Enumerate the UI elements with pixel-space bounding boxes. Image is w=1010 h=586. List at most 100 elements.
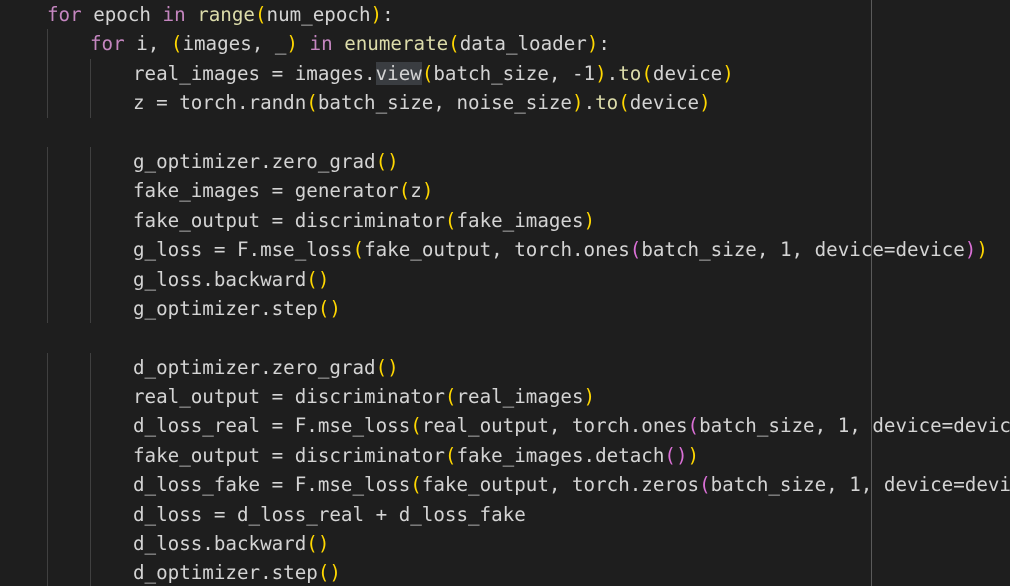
code-line-content: fake_output = discriminator(fake_images.… xyxy=(133,441,699,470)
code-line-content: z = torch.randn(batch_size, noise_size).… xyxy=(133,88,711,117)
indent-guide xyxy=(47,470,48,500)
code-token: ) xyxy=(286,32,298,56)
code-token: ) xyxy=(370,3,383,26)
code-line[interactable]: d_loss = d_loss_real + d_loss_fake xyxy=(0,499,1010,530)
code-line[interactable]: z = torch.randn(batch_size, noise_size).… xyxy=(0,88,1010,118)
code-token: enumerate xyxy=(344,32,449,56)
code-token: g_optimizer.step xyxy=(133,296,318,320)
code-token: epoch xyxy=(81,3,163,26)
code-token: ) xyxy=(976,238,988,262)
code-token: g_optimizer.zero_grad xyxy=(133,149,376,173)
code-line[interactable]: fake_images = generator(z) xyxy=(0,176,1010,206)
code-line[interactable]: g_optimizer.step() xyxy=(0,293,1010,324)
code-token: ( xyxy=(641,61,653,85)
code-token: : xyxy=(382,3,394,26)
indent-guide xyxy=(47,293,48,324)
code-line[interactable]: fake_output = discriminator(fake_images) xyxy=(0,205,1010,236)
code-token: ( xyxy=(687,414,700,438)
code-token: device xyxy=(652,61,723,85)
code-line[interactable] xyxy=(0,118,1010,147)
code-token: in xyxy=(162,3,186,26)
code-line-content: d_optimizer.step() xyxy=(133,558,341,586)
code-token: ) xyxy=(583,208,596,232)
code-line[interactable]: d_loss.backward() xyxy=(0,529,1010,559)
code-token: real_images = images. xyxy=(133,61,376,85)
indent-guide xyxy=(47,382,48,412)
indent-guide xyxy=(90,58,91,89)
code-line-content: d_loss_real = F.mse_loss(real_output, to… xyxy=(133,411,1010,440)
code-line[interactable]: d_optimizer.step() xyxy=(0,558,1010,586)
code-token: () xyxy=(306,267,330,291)
code-line[interactable]: d_loss_fake = F.mse_loss(fake_output, to… xyxy=(0,470,1010,500)
code-token: ( xyxy=(254,3,267,26)
code-token: d_loss = d_loss_real + d_loss_fake xyxy=(133,502,526,526)
code-line[interactable]: fake_output = discriminator(fake_images.… xyxy=(0,440,1010,471)
indent-guide xyxy=(47,235,48,265)
code-token: data_loader xyxy=(459,32,587,56)
code-line[interactable]: g_optimizer.zero_grad() xyxy=(0,146,1010,177)
code-token: () xyxy=(317,296,341,320)
code-token: ( xyxy=(444,385,457,409)
indent-guide xyxy=(90,293,91,324)
code-editor[interactable]: for epoch in range(num_epoch): for i, (im… xyxy=(0,0,1010,586)
code-token: i, xyxy=(124,32,171,56)
indent-guide xyxy=(90,88,91,118)
code-line[interactable]: for epoch in range(num_epoch): xyxy=(0,0,1010,29)
indent-guide xyxy=(47,29,48,59)
code-token: in xyxy=(309,32,333,56)
code-line-content: fake_images = generator(z) xyxy=(133,176,433,205)
code-token: to xyxy=(618,61,642,85)
code-line-content: real_output = discriminator(real_images) xyxy=(133,382,595,411)
indent-guide xyxy=(90,558,91,586)
code-token: images, _ xyxy=(182,32,287,56)
code-token: for xyxy=(47,3,82,26)
code-token: d_loss_real = F.mse_loss xyxy=(133,414,411,438)
code-token: () xyxy=(664,443,688,467)
code-token: batch_size, 1, device=device xyxy=(641,238,965,262)
code-token: ) xyxy=(586,32,599,56)
indent-guide xyxy=(90,352,91,383)
editor-ruler xyxy=(871,0,872,586)
code-line[interactable]: real_output = discriminator(real_images) xyxy=(0,382,1010,412)
code-line-content: d_loss = d_loss_real + d_loss_fake xyxy=(133,500,526,529)
code-token: to xyxy=(595,91,619,115)
code-token: fake_images.detach xyxy=(456,443,665,467)
indent-guide xyxy=(47,205,48,236)
code-token: batch_size, noise_size xyxy=(317,91,572,115)
code-line[interactable]: g_loss = F.mse_loss(fake_output, torch.o… xyxy=(0,235,1010,265)
indent-guide xyxy=(90,146,91,177)
code-token: ) xyxy=(421,179,434,203)
indent-guide xyxy=(90,205,91,236)
code-token: ) xyxy=(722,61,734,85)
code-line-content: g_loss.backward() xyxy=(133,265,329,294)
code-token: ( xyxy=(352,238,365,262)
code-line[interactable]: d_loss_real = F.mse_loss(real_output, to… xyxy=(0,411,1010,441)
code-token: ( xyxy=(444,443,457,467)
indent-guide xyxy=(47,411,48,441)
code-line[interactable]: for i, (images, _) in enumerate(data_loa… xyxy=(0,29,1010,59)
code-token: ( xyxy=(444,208,457,232)
code-token: real_output = discriminator xyxy=(133,385,445,409)
code-token: z = torch.randn xyxy=(133,91,307,115)
indent-guide xyxy=(90,382,91,412)
code-line[interactable]: d_optimizer.zero_grad() xyxy=(0,352,1010,383)
indent-guide xyxy=(47,176,48,206)
indent-guide xyxy=(90,411,91,441)
code-token: ) xyxy=(595,61,607,85)
code-area[interactable]: for epoch in range(num_epoch): for i, (im… xyxy=(0,0,1010,586)
code-token: ( xyxy=(699,473,711,497)
code-line[interactable]: real_images = images.view(batch_size, -1… xyxy=(0,58,1010,89)
code-token: ) xyxy=(699,91,711,115)
code-line-content: real_images = images.view(batch_size, -1… xyxy=(133,59,734,88)
indent-guide xyxy=(47,352,48,383)
code-line-content: g_optimizer.step() xyxy=(133,294,341,323)
code-line[interactable]: g_loss.backward() xyxy=(0,264,1010,294)
code-token: d_optimizer.step xyxy=(133,561,318,585)
code-line-content: for i, (images, _) in enumerate(data_loa… xyxy=(90,29,610,58)
code-line[interactable] xyxy=(0,323,1010,352)
code-line-content: fake_output = discriminator(fake_images) xyxy=(133,206,595,235)
code-token: fake_images = generator xyxy=(133,179,399,203)
code-token: ( xyxy=(170,32,183,56)
code-line-content: d_loss.backward() xyxy=(133,529,329,558)
